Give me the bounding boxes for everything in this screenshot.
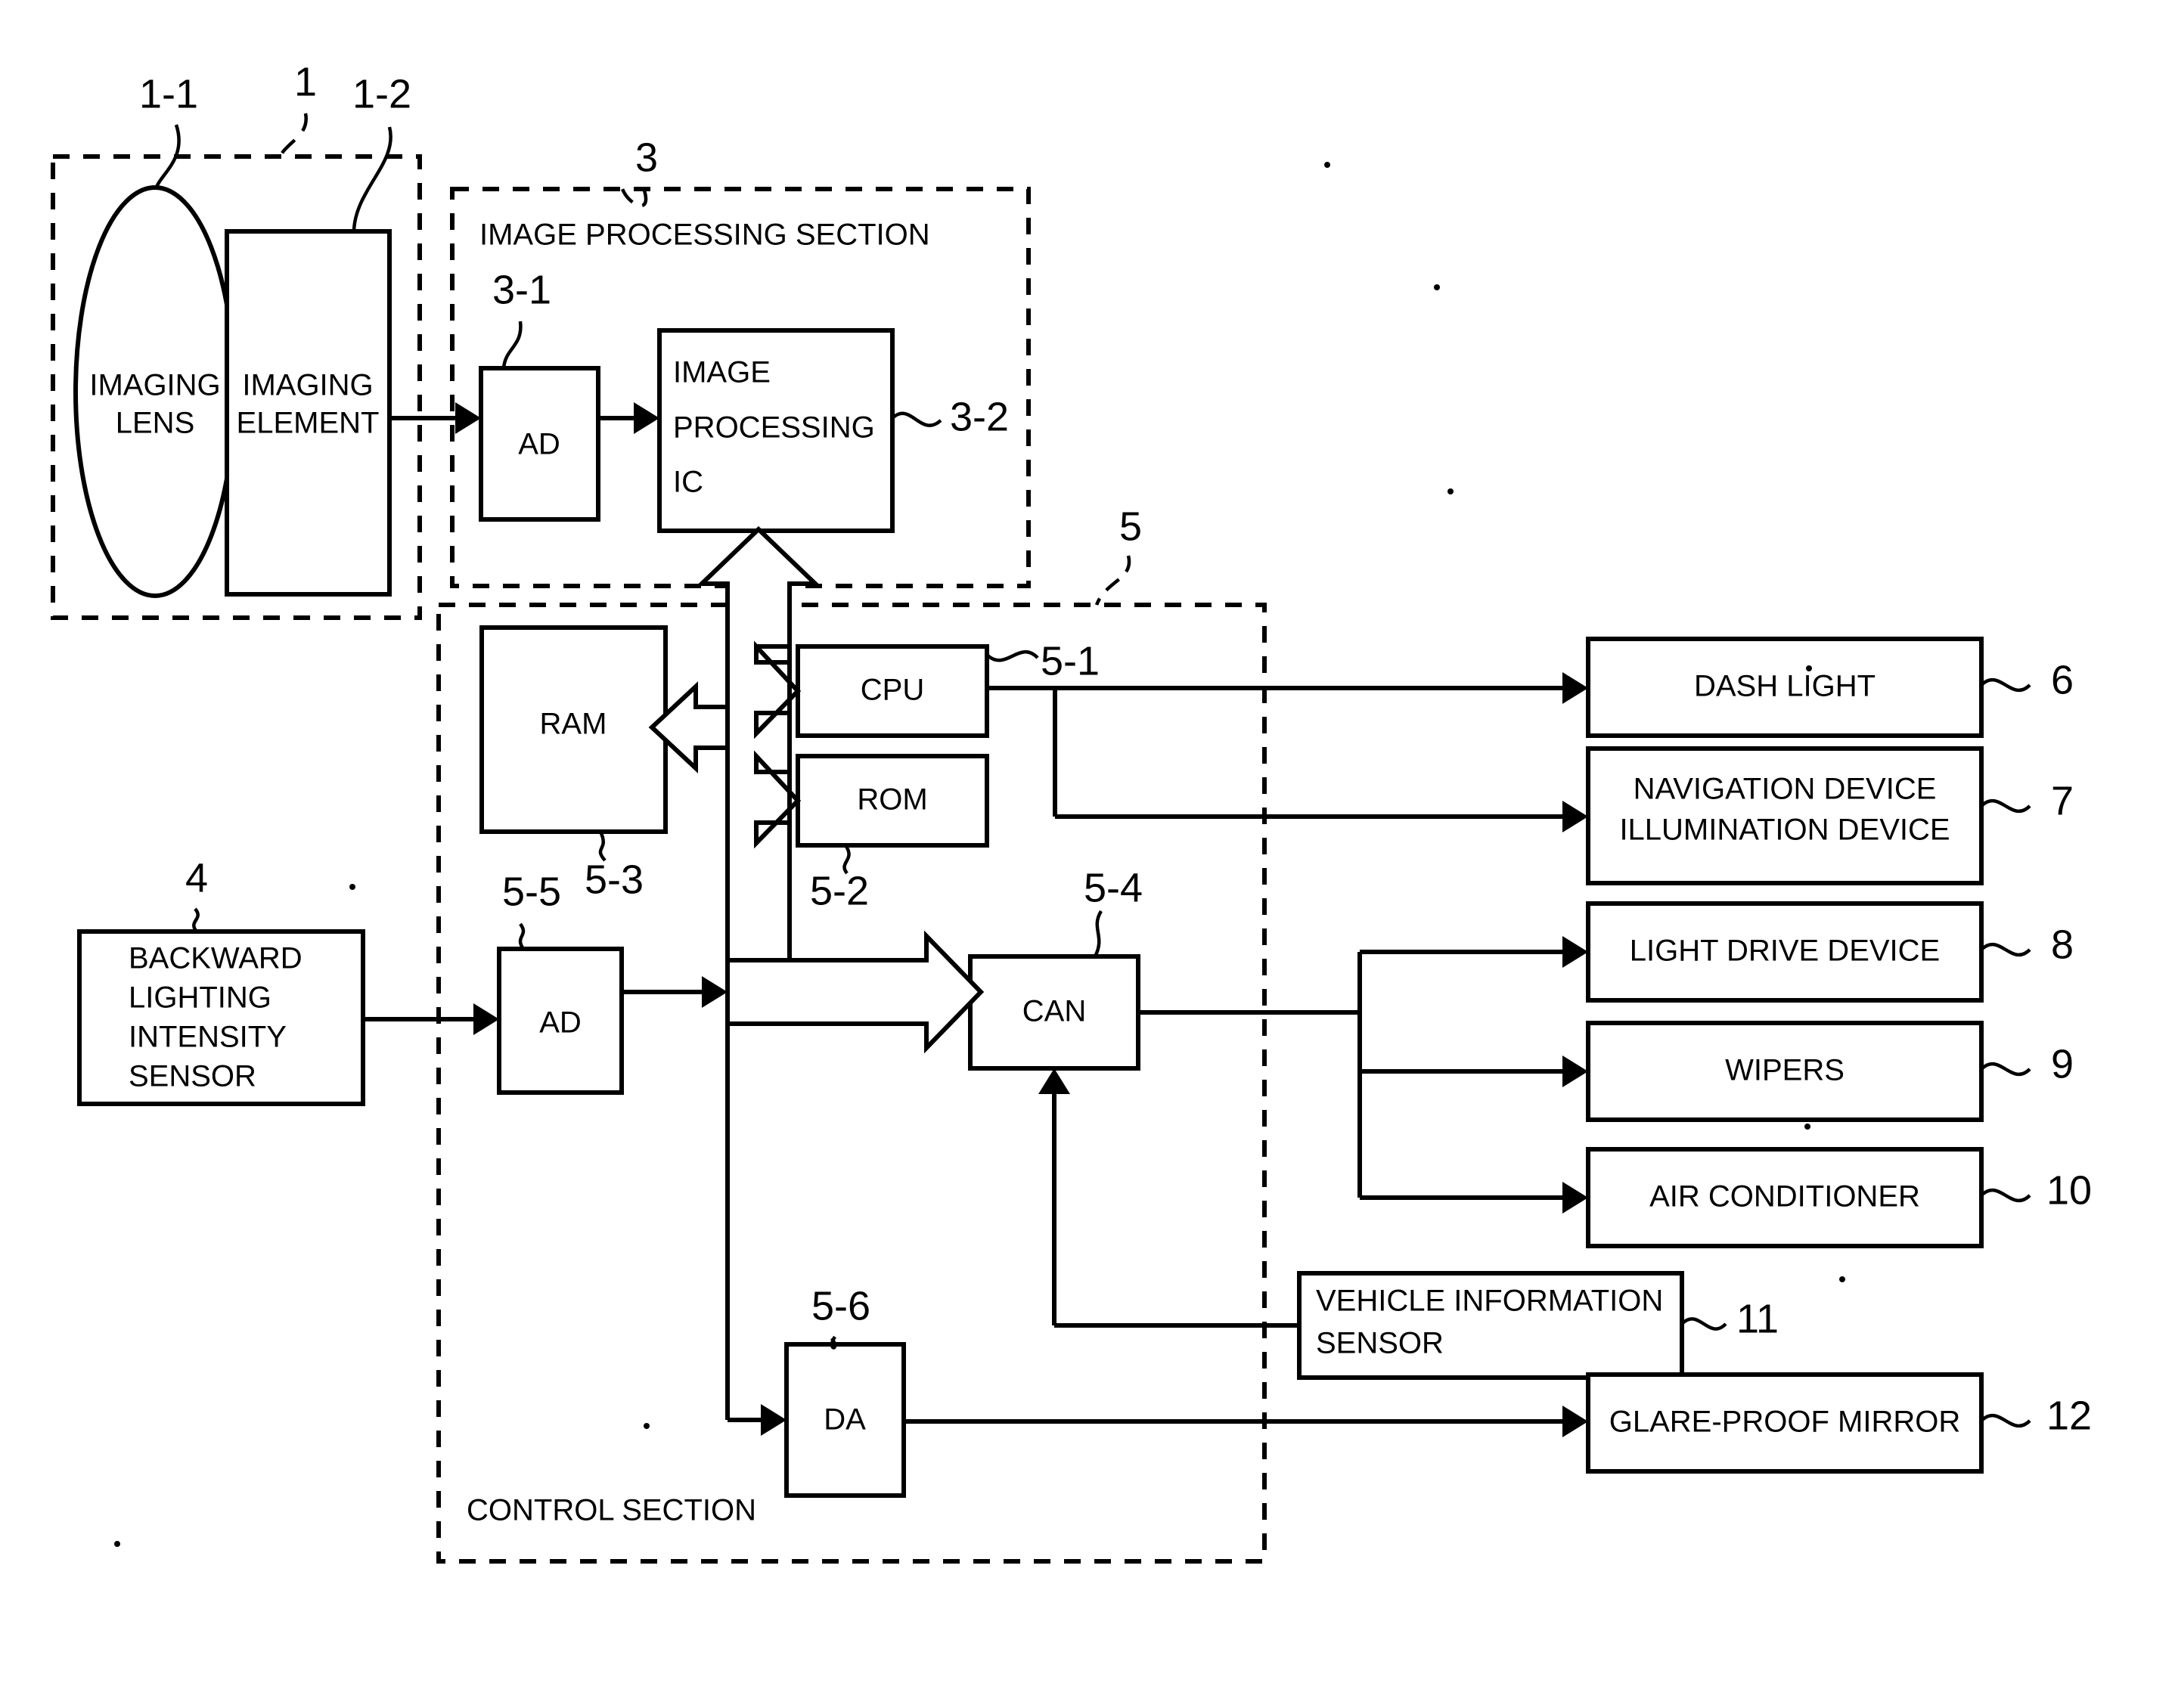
image-processing-section-label: IMAGE PROCESSING SECTION — [479, 219, 930, 252]
ref-label-5-3: 5-3 — [585, 857, 644, 902]
ref-label-5-1: 5-1 — [1041, 638, 1100, 684]
ad-image-label: AD — [518, 428, 560, 461]
wire-to-dash-light-head — [1562, 672, 1588, 704]
ad-sensor-label: AD — [539, 1006, 582, 1040]
ref-label-1: 1 — [294, 59, 317, 104]
ram-label: RAM — [540, 708, 607, 741]
leader-1 — [278, 113, 308, 159]
bls-label-line4: SENSOR — [129, 1060, 256, 1093]
arrow-sensor-to-ad-head — [473, 1003, 499, 1035]
imaging-lens-label-line2: LENS — [116, 407, 195, 440]
navigation-label-line2: ILLUMINATION DEVICE — [1619, 814, 1950, 847]
light-drive-label: LIGHT DRIVE DEVICE — [1630, 935, 1940, 968]
bls-label-line1: BACKWARD — [129, 942, 303, 975]
scan-speck-5 — [644, 1423, 650, 1429]
ref-label-8: 8 — [2051, 922, 2074, 967]
ref-label-3-2: 3-2 — [950, 394, 1009, 439]
ipic-label-line1: IMAGE — [673, 356, 771, 389]
scan-speck-3 — [1447, 488, 1454, 494]
wipers-label: WIPERS — [1725, 1054, 1845, 1087]
wire-to-navigation-device-head — [1562, 801, 1588, 832]
leader-3-1 — [501, 321, 523, 369]
ref-label-10: 10 — [2046, 1167, 2092, 1213]
patent-figure-canvas: IMAGING LENS IMAGING ELEMENT 1-1 1 1-2 I… — [0, 0, 2175, 1708]
leader-5 — [1094, 555, 1131, 606]
arrow-ad-to-ic-head — [634, 402, 659, 434]
ref-label-4: 4 — [185, 855, 208, 900]
leader-1-2 — [352, 126, 392, 231]
ref-label-5-4: 5-4 — [1084, 865, 1143, 910]
leader-5-5 — [518, 922, 526, 950]
ref-label-5-6: 5-6 — [811, 1283, 870, 1328]
ref-label-9: 9 — [2051, 1041, 2074, 1086]
leader-5-4 — [1093, 910, 1103, 958]
air-conditioner-label: AIR CONDITIONER — [1649, 1180, 1920, 1214]
leader-7 — [1980, 798, 2031, 814]
da-label: DA — [824, 1403, 866, 1437]
wire-da-to-glare-proof-mirror-head — [1562, 1406, 1588, 1437]
scan-speck-7 — [1804, 1124, 1810, 1130]
glare-proof-mirror-label: GLARE-PROOF MIRROR — [1609, 1406, 1960, 1439]
ref-label-3-1: 3-1 — [492, 267, 551, 312]
ref-label-1-2: 1-2 — [352, 71, 411, 116]
ref-label-5: 5 — [1119, 504, 1142, 549]
navigation-label-line1: NAVIGATION DEVICE — [1634, 773, 1937, 806]
imaging-element-label-line2: ELEMENT — [237, 407, 380, 440]
scan-speck-6 — [1839, 1276, 1845, 1282]
leader-8 — [1980, 942, 2031, 957]
ref-label-3: 3 — [635, 135, 658, 180]
dash-light-label: DASH LIGHT — [1694, 670, 1876, 703]
leader-3-2 — [891, 411, 942, 427]
wire-ad-sensor-to-bus-head — [702, 976, 728, 1008]
scan-speck-2 — [1434, 284, 1440, 290]
scan-speck-1 — [1324, 162, 1330, 168]
leader-6 — [1980, 677, 2031, 693]
cpu-label: CPU — [861, 674, 924, 707]
ref-label-5-2: 5-2 — [810, 868, 869, 913]
vis-label-line1: VEHICLE INFORMATION — [1316, 1285, 1663, 1318]
scan-speck-4 — [349, 884, 355, 890]
leader-9 — [1980, 1062, 2031, 1077]
ref-label-7: 7 — [2051, 778, 2074, 823]
arrow-element-to-ad-head — [455, 402, 481, 434]
wire-bus-to-da-head — [761, 1404, 787, 1436]
wire-vis-to-can-head — [1038, 1068, 1070, 1094]
leader-5-6 — [830, 1335, 837, 1350]
scan-speck-8 — [1806, 665, 1812, 671]
bls-label-line3: INTENSITY — [129, 1021, 287, 1054]
ipic-label-line3: IC — [673, 466, 703, 499]
ref-label-5-5: 5-5 — [502, 869, 561, 914]
wire-to-wipers-head — [1562, 1055, 1588, 1087]
bls-label-line2: LIGHTING — [129, 981, 271, 1015]
block-diagram-svg: IMAGING LENS IMAGING ELEMENT 1-1 1 1-2 I… — [51, 59, 2092, 1564]
rom-label: ROM — [857, 783, 927, 817]
wire-to-air-conditioner-head — [1562, 1182, 1588, 1214]
leader-10 — [1980, 1188, 2031, 1203]
ref-label-6: 6 — [2051, 657, 2074, 702]
vis-label-line2: SENSOR — [1316, 1327, 1444, 1360]
ref-label-11: 11 — [1736, 1296, 1779, 1341]
wire-to-light-drive-device-head — [1562, 936, 1588, 968]
ipic-label-line2: PROCESSING — [673, 411, 875, 445]
imaging-lens-label-line1: IMAGING — [89, 369, 220, 402]
leader-5-1 — [985, 650, 1039, 662]
can-label: CAN — [1022, 995, 1086, 1028]
ref-label-12: 12 — [2046, 1393, 2092, 1438]
leader-4 — [192, 907, 200, 933]
imaging-element-label-line1: IMAGING — [242, 369, 373, 402]
leader-12 — [1980, 1413, 2031, 1428]
control-section-label: CONTROL SECTION — [467, 1494, 756, 1527]
ref-label-1-1: 1-1 — [139, 71, 198, 116]
scan-speck-9 — [114, 1541, 120, 1547]
leader-11 — [1680, 1317, 1727, 1331]
leader-3 — [620, 188, 648, 208]
